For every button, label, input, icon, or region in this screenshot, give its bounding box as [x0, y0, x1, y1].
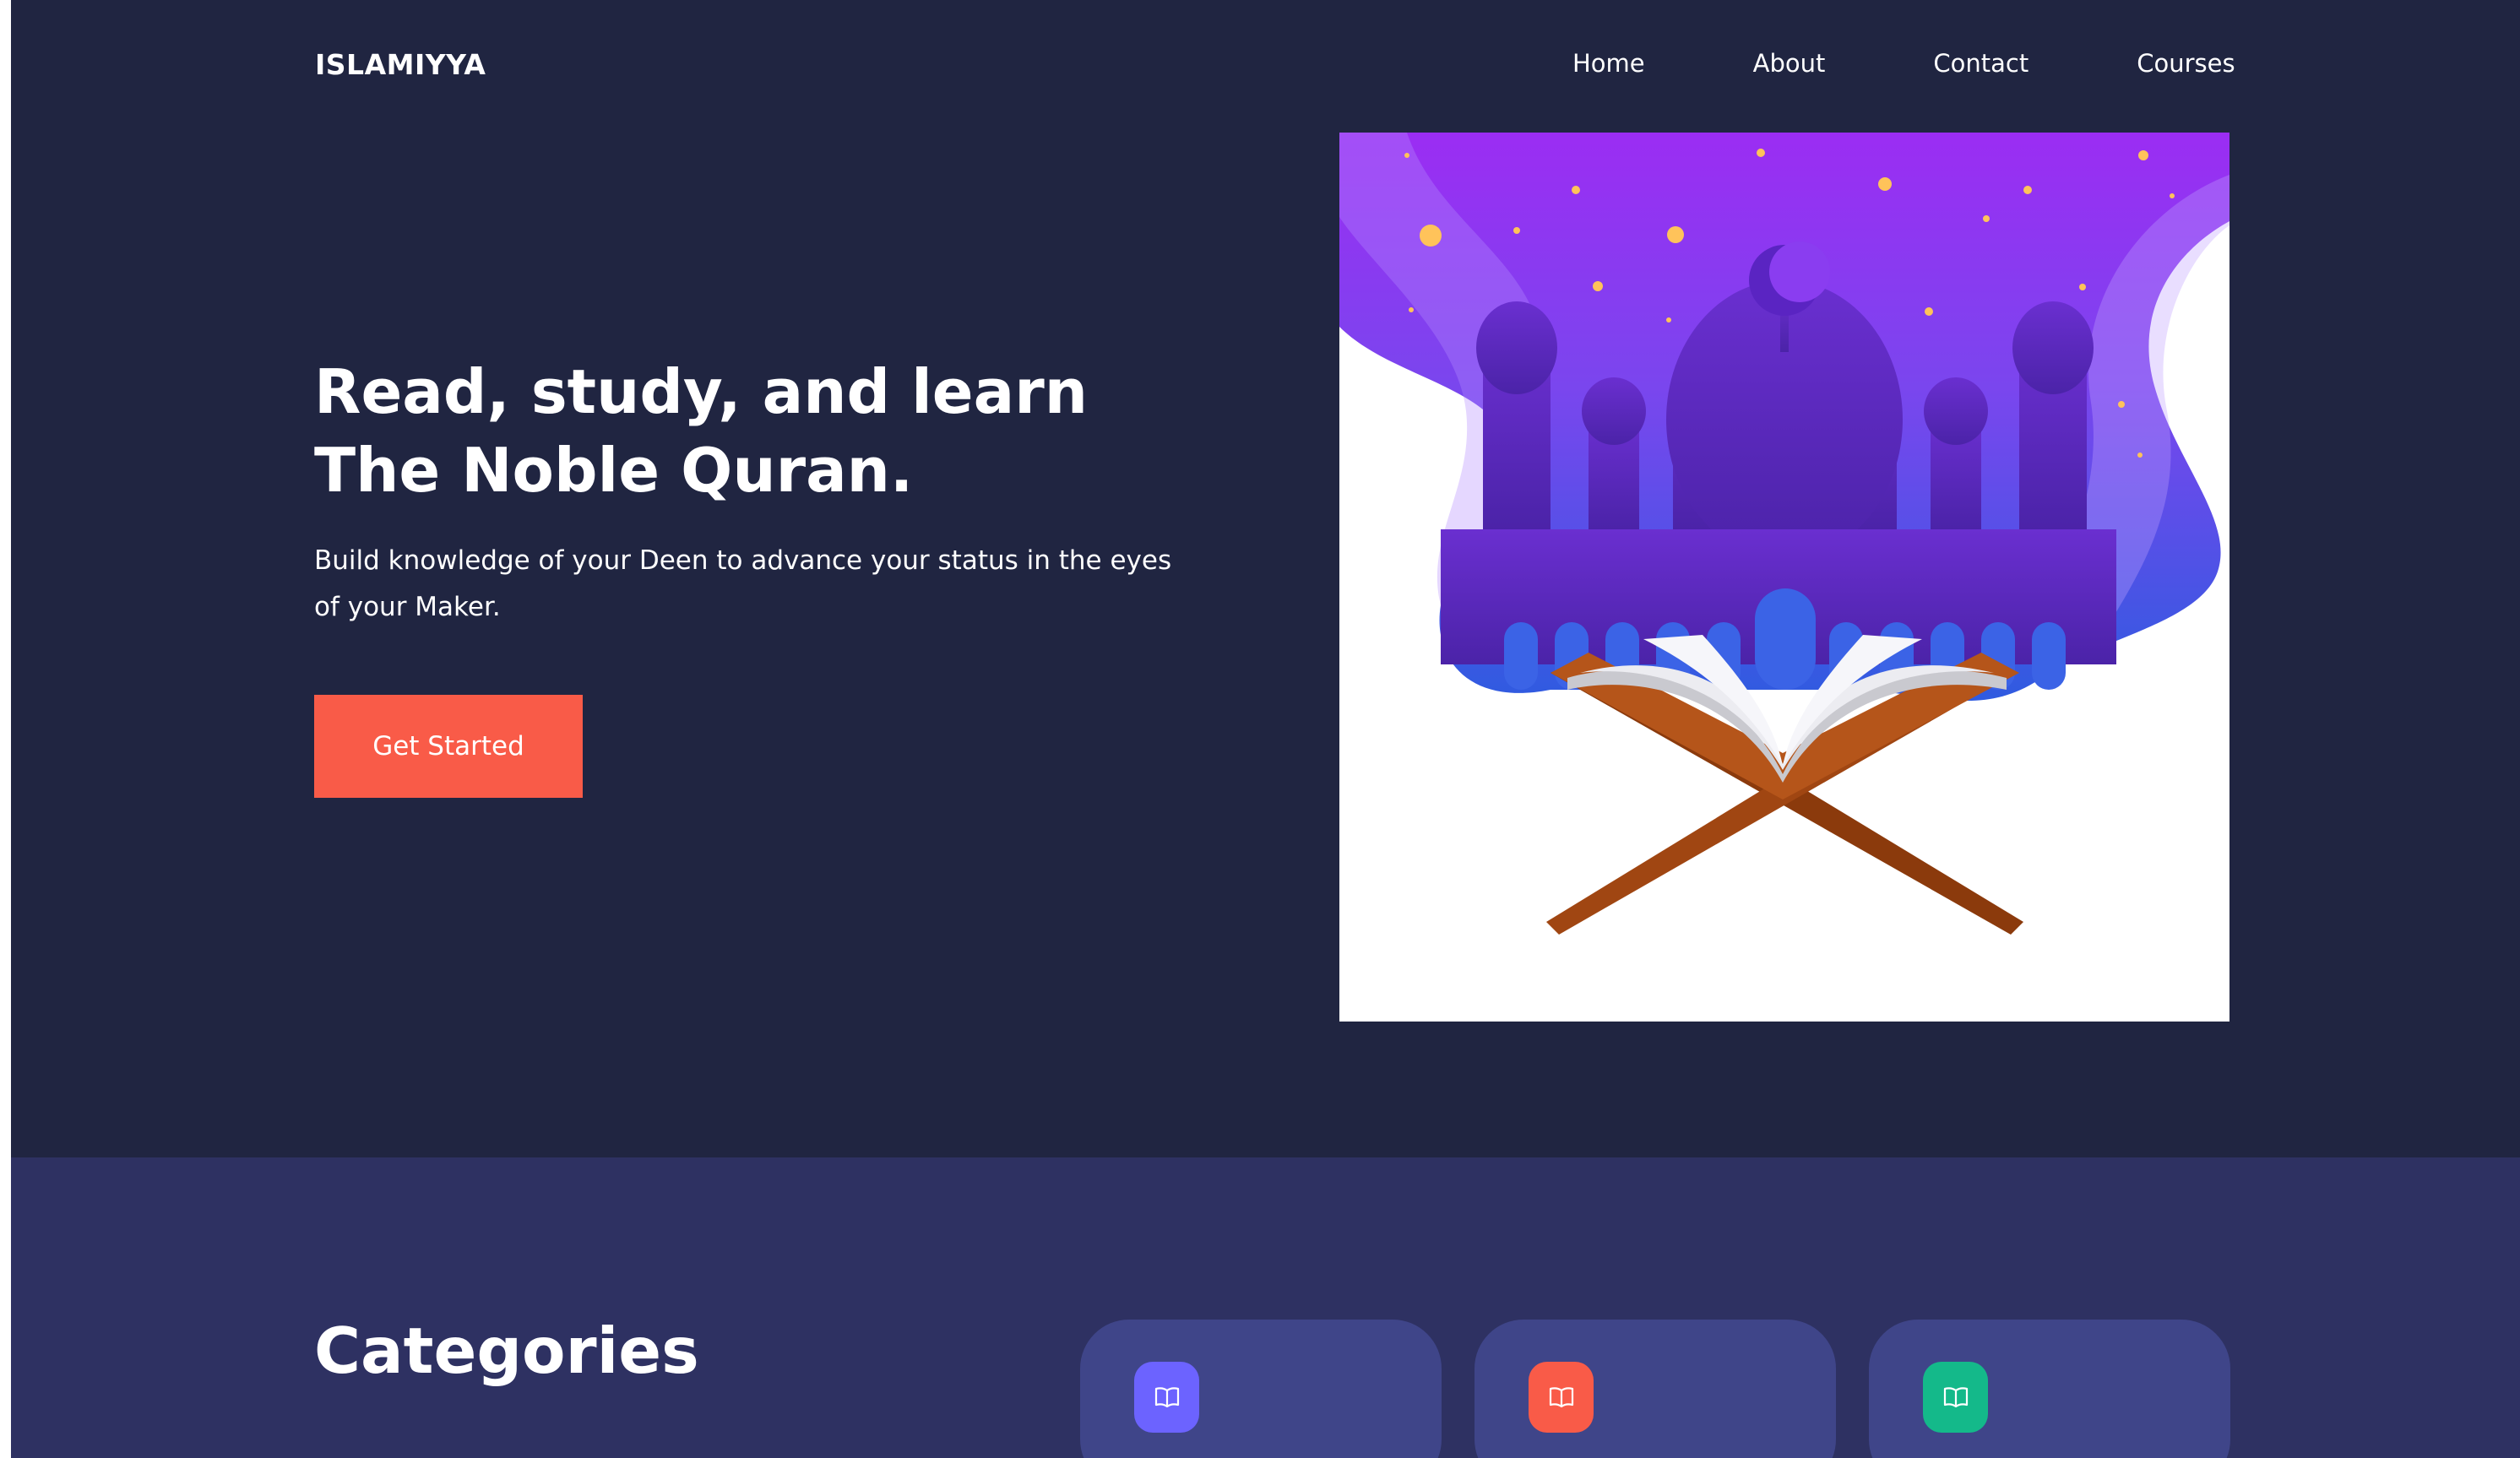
hero-subtitle-line-1: Build knowledge of your Deen to advance …: [314, 545, 1172, 576]
category-card-2[interactable]: [1475, 1320, 1836, 1458]
hero-title: Read, study, and learn The Noble Quran.: [314, 353, 1243, 510]
hero-subtitle-line-2: of your Maker.: [314, 592, 501, 622]
category-card-3[interactable]: [1869, 1320, 2230, 1458]
landing-page: ISLAMIYYA Home About Contact Courses Rea…: [11, 0, 2520, 1458]
hero-subtitle: Build knowledge of your Deen to advance …: [314, 538, 1243, 631]
hero-title-line-1: Read, study, and learn: [314, 356, 1088, 427]
site-logo[interactable]: ISLAMIYYA: [315, 48, 486, 81]
nav-link-contact[interactable]: Contact: [1933, 49, 2028, 78]
categories-title: Categories: [314, 1314, 699, 1388]
category-card-1[interactable]: [1080, 1320, 1442, 1458]
hero-title-line-2: The Noble Quran.: [314, 435, 914, 506]
nav-link-courses[interactable]: Courses: [2137, 49, 2235, 78]
nav-link-home[interactable]: Home: [1572, 49, 1645, 78]
nav-link-about[interactable]: About: [1753, 49, 1826, 78]
mosque-and-quran-illustration: [1339, 133, 2229, 1022]
get-started-button[interactable]: Get Started: [314, 695, 583, 798]
book-open-icon: [1529, 1362, 1594, 1433]
book-open-icon: [1134, 1362, 1199, 1433]
illustration-svg: [1339, 133, 2229, 935]
book-open-icon: [1923, 1362, 1988, 1433]
book-stand: [1546, 653, 2023, 935]
categories-section: Categories: [11, 1157, 2520, 1458]
main-nav: Home About Contact Courses: [1572, 49, 2235, 78]
